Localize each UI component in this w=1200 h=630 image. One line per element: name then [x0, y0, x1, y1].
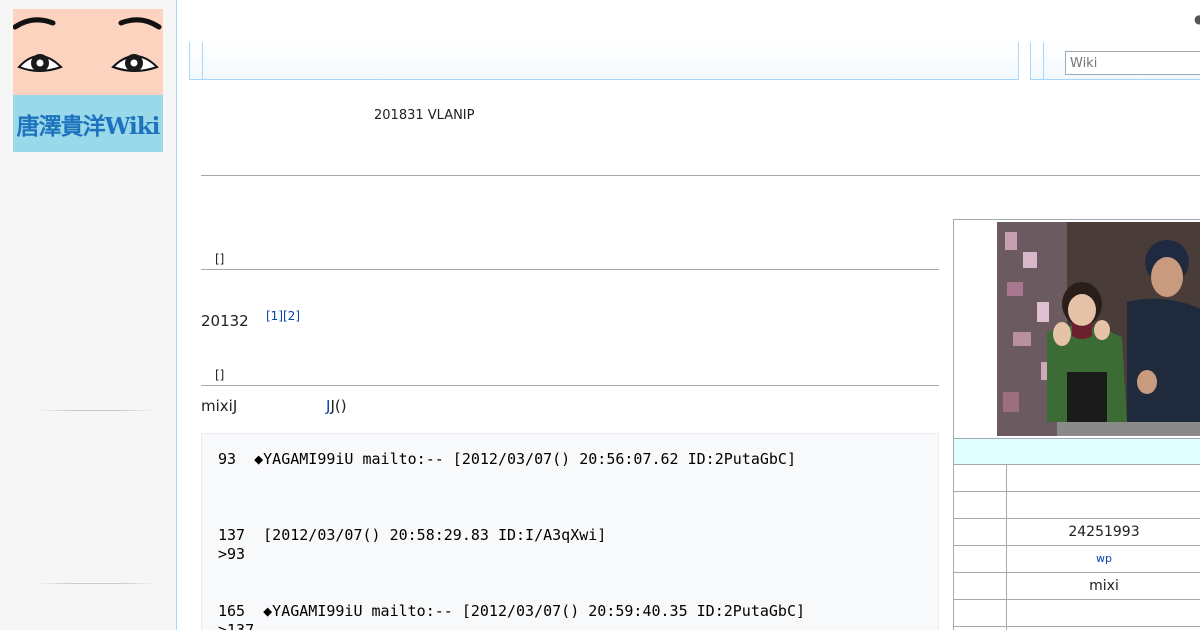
section-heading: [] [201, 252, 939, 270]
paragraph-suffix: J() [330, 397, 347, 415]
bbs-post-header: 165 ◆YAGAMI99iU mailto:-- [2012/03/07() … [218, 602, 805, 620]
section-edit-link[interactable]: [] [215, 368, 224, 382]
infobox-header [954, 438, 1200, 465]
search-input[interactable] [1065, 51, 1200, 75]
logo-banner: 唐澤貴洋Wiki [13, 95, 163, 152]
section-heading: [] [201, 368, 939, 386]
logo-text: 唐澤貴洋Wiki [16, 112, 161, 140]
infobox-wp-link[interactable]: wp [1007, 546, 1200, 572]
infobox-photo [997, 222, 1200, 436]
infobox-mixi: mixi [1089, 578, 1119, 594]
bbs-post-header: 93 ◆YAGAMI99iU mailto:-- [2012/03/07() 2… [218, 450, 796, 468]
section-edit-link[interactable]: [] [215, 252, 224, 266]
sidebar-separator [35, 583, 157, 584]
bbs-quote-block: 93 ◆YAGAMI99iU mailto:-- [2012/03/07() 2… [201, 433, 939, 630]
divider [201, 175, 1200, 176]
photo-image [997, 222, 1200, 436]
user-menu-icon[interactable]: ● [1194, 12, 1200, 26]
page-tabs [189, 42, 1019, 80]
paragraph-text: JJ() [326, 397, 347, 415]
infobox-row: wp [954, 546, 1200, 573]
infobox-row: mixi [954, 573, 1200, 600]
infobox-row [954, 465, 1200, 492]
paragraph-text: mixiJ [201, 397, 238, 415]
paragraph-text: 20132 [201, 312, 249, 330]
infobox-row [954, 600, 1200, 627]
page-subtitle: 201831 VLANIP [374, 108, 475, 123]
bbs-post-body: >137 [218, 621, 255, 630]
infobox-birthdate: 24251993 [1068, 524, 1140, 540]
site-logo[interactable]: 唐澤貴洋Wiki [13, 9, 163, 152]
bbs-post-header: 137 [2012/03/07() 20:58:29.83 ID:I/A3qXw… [218, 526, 607, 544]
infobox-row [954, 492, 1200, 519]
sidebar-separator [35, 410, 157, 411]
reference-links[interactable]: [1][2] [266, 309, 300, 323]
bbs-post-body: >93 [218, 545, 246, 563]
infobox: 24251993 wp mixi [953, 219, 1200, 630]
sidebar: 唐澤貴洋Wiki [0, 0, 177, 630]
logo-face [13, 9, 163, 95]
eyes-icon [13, 17, 162, 72]
infobox-row: 24251993 [954, 519, 1200, 546]
